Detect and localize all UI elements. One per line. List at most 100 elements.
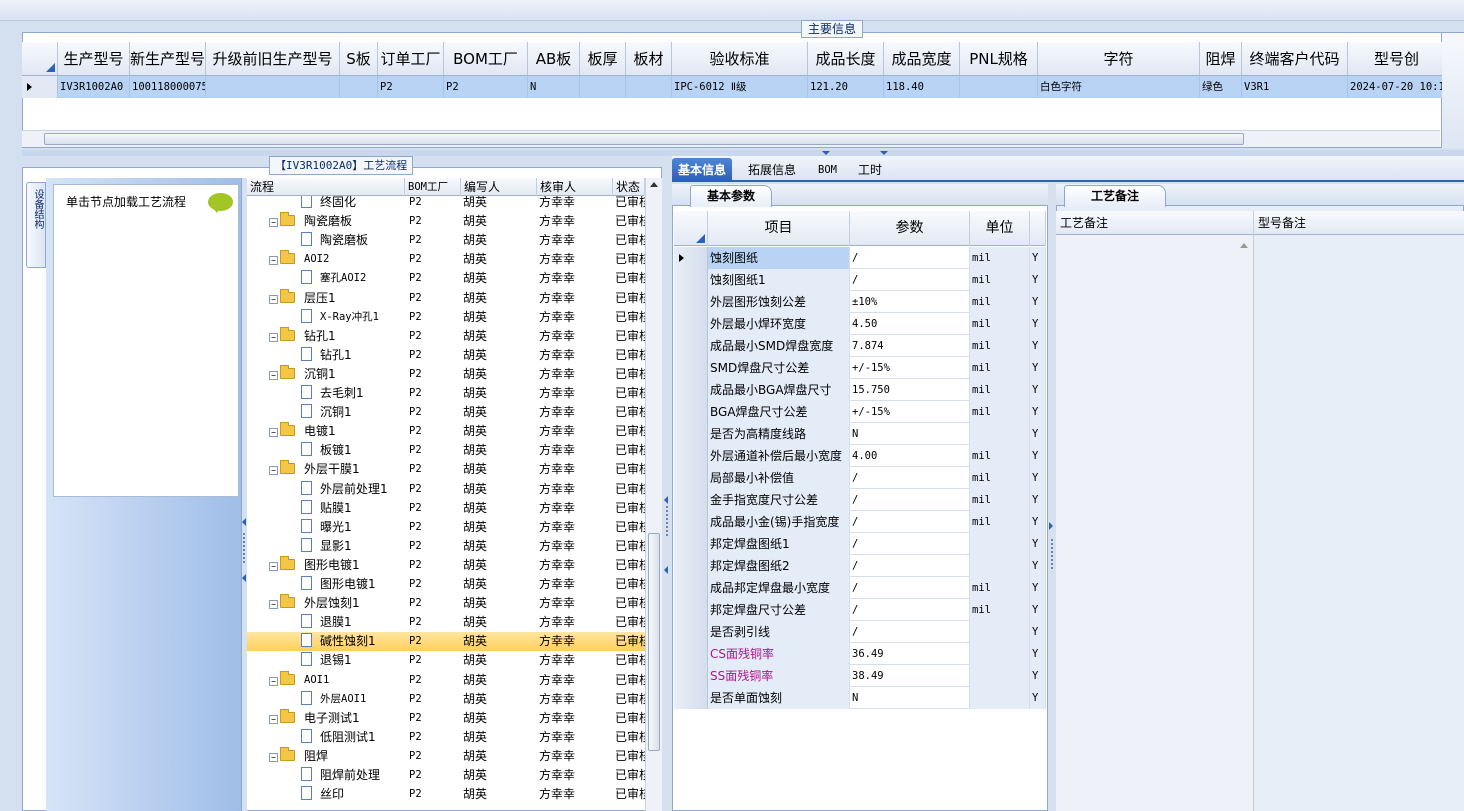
process-tree-row[interactable]: − 图形电镀1 P2 胡英 方幸幸 已审核 <box>247 555 645 575</box>
process-tree-row[interactable]: 丝印 P2 胡英 方幸幸 已审核 <box>247 785 645 804</box>
row-selector[interactable] <box>674 533 708 555</box>
col-header-status[interactable]: 状态 <box>613 178 645 196</box>
process-tree-row[interactable]: 去毛刺1 P2 胡英 方幸幸 已审核 <box>247 384 645 403</box>
param-value[interactable]: / <box>850 555 970 577</box>
row-selector[interactable] <box>674 621 708 643</box>
row-indicator[interactable] <box>22 76 58 98</box>
param-value[interactable]: ±10% <box>850 291 970 313</box>
col-header-6[interactable]: AB板 <box>528 42 580 76</box>
col-header-0[interactable]: 生产型号 <box>58 42 130 76</box>
param-row[interactable]: 金手指宽度尺寸公差 / mil Y <box>674 489 1046 511</box>
process-tree-row[interactable]: 终固化 P2 胡英 方幸幸 已审核 <box>247 196 645 212</box>
param-row[interactable]: 邦定焊盘图纸1/ Y <box>674 533 1046 555</box>
row-selector[interactable] <box>674 555 708 577</box>
process-tree-row[interactable]: 低阻测试1 P2 胡英 方幸幸 已审核 <box>247 728 645 747</box>
row-selector[interactable] <box>674 511 708 533</box>
process-tree-row[interactable]: 钻孔1 P2 胡英 方幸幸 已审核 <box>247 346 645 365</box>
param-value[interactable]: 4.50 <box>850 313 970 335</box>
main-info-hscrollbar[interactable] <box>22 130 1440 147</box>
row-selector[interactable] <box>674 357 708 379</box>
grid-cell[interactable]: P2 <box>444 76 528 98</box>
process-tree-row[interactable]: − 阻焊 P2 胡英 方幸幸 已审核 <box>247 746 645 766</box>
process-tree-row[interactable]: − 钻孔1 P2 胡英 方幸幸 已审核 <box>247 326 645 346</box>
process-tree-row[interactable]: 碱性蚀刻1 P2 胡英 方幸幸 已审核 <box>247 632 645 652</box>
process-tree-row[interactable]: − 层压1 P2 胡英 方幸幸 已审核 <box>247 288 645 308</box>
param-row[interactable]: 外层最小焊环宽度 4.50 mil Y <box>674 313 1046 335</box>
param-value[interactable]: N <box>850 687 970 709</box>
process-tree-row[interactable]: 板镀1 P2 胡英 方幸幸 已审核 <box>247 441 645 460</box>
row-selector[interactable] <box>674 247 708 269</box>
process-tree-row[interactable]: 外层AOI1 P2 胡英 方幸幸 已审核 <box>247 690 645 709</box>
process-tree-row[interactable]: − 外层干膜1 P2 胡英 方幸幸 已审核 <box>247 460 645 479</box>
param-value[interactable]: +/-15% <box>850 401 970 423</box>
param-row[interactable]: 成品最小金(锡)手指宽度 / mil Y <box>674 511 1046 533</box>
vscrollbar-thumb[interactable] <box>648 533 660 751</box>
param-row[interactable]: 是否剥引线 / Y <box>674 621 1046 643</box>
param-row[interactable]: 局部最小补偿值 / mil Y <box>674 467 1046 489</box>
hscrollbar-thumb[interactable] <box>44 133 1244 145</box>
row-selector[interactable] <box>674 335 708 357</box>
col-header-15[interactable]: 终端客户代码 <box>1242 42 1348 76</box>
process-tree-row[interactable]: 退膜1 P2 胡英 方幸幸 已审核 <box>247 613 645 632</box>
param-value[interactable]: 38.49 <box>850 665 970 687</box>
col-header-5[interactable]: BOM工厂 <box>444 42 528 76</box>
col-header-writer[interactable]: 编写人 <box>461 178 537 196</box>
param-row[interactable]: 成品最小SMD焊盘宽度 7.874 mil Y <box>674 335 1046 357</box>
process-tree-row[interactable]: X-Ray冲孔1 P2 胡英 方幸幸 已审核 <box>247 308 645 327</box>
col-header-3[interactable]: S板 <box>340 42 378 76</box>
grid-cell[interactable]: 绿色 <box>1200 76 1242 98</box>
process-tree-row[interactable]: 沉铜1 P2 胡英 方幸幸 已审核 <box>247 403 645 422</box>
param-row[interactable]: 邦定焊盘尺寸公差 / mil Y <box>674 599 1046 621</box>
col-header-reviewer[interactable]: 核审人 <box>537 178 613 196</box>
col-header-item[interactable]: 项目 <box>708 211 850 246</box>
param-value[interactable]: / <box>850 489 970 511</box>
grid-cell[interactable]: V3R1 <box>1242 76 1348 98</box>
param-value[interactable]: / <box>850 599 970 621</box>
process-tree-row[interactable]: − 陶瓷磨板 P2 胡英 方幸幸 已审核 <box>247 212 645 231</box>
param-row[interactable]: 成品邦定焊盘最小宽度 / mil Y <box>674 577 1046 599</box>
col-header-2[interactable]: 升级前旧生产型号 <box>206 42 340 76</box>
row-selector[interactable] <box>674 291 708 313</box>
col-header-11[interactable]: 成品宽度 <box>884 42 960 76</box>
param-value[interactable]: / <box>850 621 970 643</box>
process-tree-row[interactable]: − 沉铜1 P2 胡英 方幸幸 已审核 <box>247 364 645 384</box>
param-value[interactable]: 36.49 <box>850 643 970 665</box>
side-tab-device-structure[interactable]: 设备结构 <box>26 182 46 268</box>
col-header-process[interactable]: 流程 <box>247 178 405 196</box>
col-header-model-remark[interactable]: 型号备注 <box>1254 211 1464 235</box>
subtab-basic-params[interactable]: 基本参数 <box>690 185 773 207</box>
row-selector[interactable] <box>674 445 708 467</box>
row-selector[interactable] <box>674 665 708 687</box>
grid-cell[interactable]: 118.40 <box>884 76 960 98</box>
process-tree-row[interactable]: − AOI2 P2 胡英 方幸幸 已审核 <box>247 250 645 269</box>
row-selector[interactable] <box>674 269 708 291</box>
param-value[interactable]: 7.874 <box>850 335 970 357</box>
process-tree-row[interactable]: − 外层蚀刻1 P2 胡英 方幸幸 已审核 <box>247 594 645 613</box>
param-row[interactable]: CS面残铜率 36.49 Y <box>674 643 1046 665</box>
col-header-unit[interactable]: 单位 <box>970 211 1030 246</box>
param-value[interactable]: N <box>850 423 970 445</box>
tab-extended-info[interactable]: 拓展信息 <box>742 158 802 182</box>
param-row[interactable]: 是否单面蚀刻 N Y <box>674 687 1046 709</box>
param-value[interactable]: +/-15% <box>850 357 970 379</box>
col-header-9[interactable]: 验收标准 <box>672 42 808 76</box>
param-value[interactable]: / <box>850 269 970 291</box>
param-row[interactable]: 邦定焊盘图纸2/ Y <box>674 555 1046 577</box>
param-row[interactable]: 是否为高精度线路 N Y <box>674 423 1046 445</box>
col-header-1[interactable]: 新生产型号 <box>130 42 206 76</box>
param-value[interactable]: / <box>850 511 970 533</box>
process-remark-textbox[interactable] <box>1056 235 1254 811</box>
col-header-8[interactable]: 板材 <box>626 42 672 76</box>
col-header-12[interactable]: PNL规格 <box>960 42 1038 76</box>
grid-cell[interactable]: 121.20 <box>808 76 884 98</box>
col-header-13[interactable]: 字符 <box>1038 42 1200 76</box>
param-row[interactable]: SMD焊盘尺寸公差 +/-15% mil Y <box>674 357 1046 379</box>
grid-cell[interactable]: IV3R1002A0 <box>58 76 130 98</box>
tab-basic-info[interactable]: 基本信息 <box>672 158 733 182</box>
process-tree-row[interactable]: − AOI1 P2 胡英 方幸幸 已审核 <box>247 670 645 690</box>
process-tree-row[interactable]: 退锡1 P2 胡英 方幸幸 已审核 <box>247 651 645 670</box>
row-selector[interactable] <box>674 313 708 335</box>
grid-cell[interactable]: P2 <box>378 76 444 98</box>
grid-cell[interactable] <box>206 76 340 98</box>
row-selector[interactable] <box>674 467 708 489</box>
